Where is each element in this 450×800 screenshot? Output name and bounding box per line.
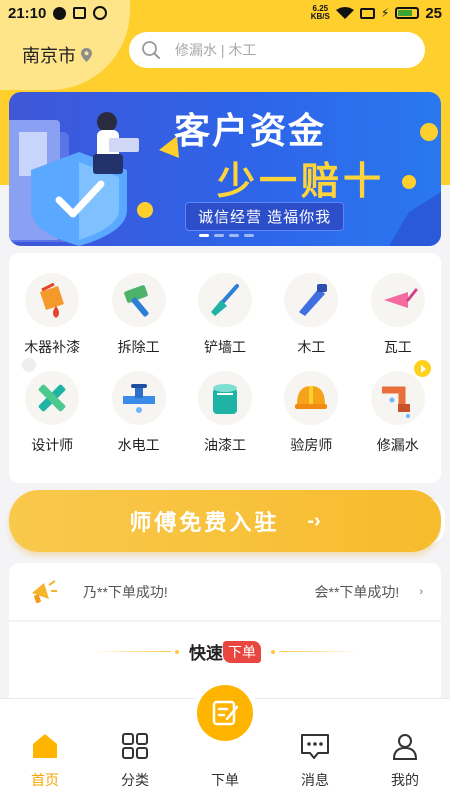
nav-order[interactable]: 下单 [180,685,270,800]
arrow-right-icon: -› [307,509,321,532]
network-speed: 6.25 KB/S [310,4,330,21]
message-icon [301,734,329,759]
hard-hat-icon [295,386,328,409]
banner-dot[interactable] [199,234,209,237]
banner-pagination[interactable] [199,234,254,237]
battery-icon [395,7,420,19]
divider [279,651,359,652]
location-pin-icon [81,48,92,62]
city-name: 南京市 [22,46,76,66]
category-grid-row2: 设计师 水电工 油漆工 验房师 修漏水 [9,359,441,465]
category-item[interactable]: 设计师 [12,359,92,465]
battery-level: 25 [425,4,442,22]
nav-home[interactable]: 首页 [0,699,90,800]
paint-bucket-icon [40,282,65,318]
paint-can-icon [212,384,237,414]
hammer-icon [123,285,149,317]
banner-dot[interactable] [214,234,224,237]
category-prev-button[interactable] [22,358,36,372]
category-panel: 木器补漆 拆除工 铲墙工 木工 瓦工 设计师 水电工 油漆工 验房师 修漏水 [9,253,441,483]
category-item[interactable]: 水电工 [99,359,179,465]
order-button[interactable] [197,685,253,741]
grid-icon [122,733,148,759]
category-item[interactable]: 木工 [271,253,351,359]
bottom-nav: 首页 分类 下单 消息 我的 [0,685,450,800]
faucet-icon [122,384,155,413]
charging-icon: ⚡ [380,6,390,20]
banner-dot[interactable] [229,234,239,237]
nav-label: 首页 [31,772,59,788]
horn-icon [32,579,57,603]
nav-profile[interactable]: 我的 [360,699,450,800]
nav-label: 下单 [211,772,239,788]
home-icon [33,734,57,758]
category-item[interactable]: 验房师 [271,359,351,465]
city-selector[interactable]: 南京市 [22,42,92,68]
quick-order-tag: 下单 [223,640,261,663]
notification-check-icon [93,6,108,20]
chevron-right-icon: › [419,585,423,598]
nav-category[interactable]: 分类 [90,699,180,800]
order-edit-icon [212,700,239,726]
saw-icon [299,284,328,316]
category-item[interactable]: 木器补漆 [12,253,92,359]
wifi-icon [335,7,354,19]
divider-dot [175,649,179,654]
divider-dot [271,649,275,654]
category-grid: 木器补漆 拆除工 铲墙工 木工 瓦工 [9,253,441,359]
notification-square-icon [73,7,87,19]
ruler-pencil-icon [38,384,66,412]
nav-label: 消息 [301,772,329,788]
nav-messages[interactable]: 消息 [270,699,360,800]
search-placeholder: 修漏水 | 木工 [175,42,257,58]
category-item[interactable]: 瓦工 [358,253,438,359]
divider [91,651,171,652]
cast-icon [359,7,375,19]
ticker-item: 乃**下单成功! [83,583,168,600]
quick-order-header: 快速 下单 [9,639,441,664]
banner-dot[interactable] [244,234,254,237]
join-button-label: 师傅免费入驻 [129,510,280,535]
category-item[interactable]: 铲墙工 [185,253,265,359]
category-item[interactable]: 油漆工 [185,359,265,465]
status-time: 21:10 [8,4,47,22]
shovel-icon [210,284,239,316]
notification-dot-icon [53,6,67,20]
quick-order-title: 快速 [189,644,223,663]
banner-subtitle: 少一赔十 [217,161,386,203]
status-bar: 21:10 6.25 KB/S ⚡ 25 [0,0,450,26]
join-as-worker-button[interactable]: 师傅免费入驻 -› [9,490,445,552]
leaking-pipe-icon [381,386,410,418]
nav-label: 我的 [391,772,419,788]
trowel-icon [383,288,418,308]
banner-slogan: 诚信经营 造福你我 [185,202,345,231]
profile-icon [392,734,418,760]
search-icon [142,41,160,59]
ticker-item: 会**下单成功! [314,583,400,600]
promo-banner[interactable]: 客户资金 少一赔十 诚信经营 造福你我 [9,92,441,246]
nav-label: 分类 [121,772,149,788]
order-ticker[interactable]: 乃**下单成功! 会**下单成功! › [9,563,441,621]
category-next-button[interactable] [414,360,431,377]
search-bar[interactable]: 修漏水 | 木工 [129,32,425,68]
join-button-edge [429,500,445,544]
category-item[interactable]: 拆除工 [99,253,179,359]
banner-title: 客户资金 [174,110,327,151]
